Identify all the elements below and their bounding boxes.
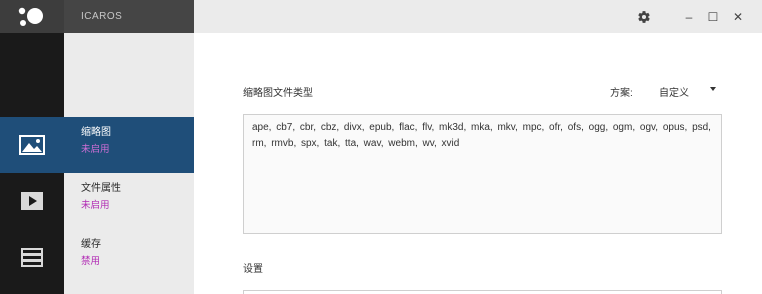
thumbnail-types-label: 缩略图文件类型	[243, 88, 313, 99]
sidebar-item-status: 禁用	[81, 256, 101, 267]
play-icon	[21, 192, 43, 210]
settings-label: 设置	[243, 264, 263, 275]
sidebar-item-label: 文件属性	[81, 183, 121, 194]
app-name: ICAROS	[64, 0, 194, 33]
rail-cache-button[interactable]	[0, 229, 64, 285]
stack-icon	[21, 248, 43, 267]
rail-thumbnail-button[interactable]	[0, 117, 64, 173]
image-icon	[19, 135, 45, 155]
scheme-label: 方案:	[610, 88, 633, 99]
sidebar-item-status: 未启用	[81, 200, 110, 211]
title-bar: – ☐ ✕	[194, 0, 762, 33]
settings-panel	[243, 290, 722, 294]
logo-area	[0, 0, 64, 33]
logo-icon	[18, 7, 43, 26]
rail-properties-button[interactable]	[0, 173, 64, 229]
nav-panel: ICAROS 缩略图 未启用 文件属性 未启用 缓存 禁用	[64, 0, 194, 294]
settings-button[interactable]	[632, 0, 656, 33]
icon-rail	[0, 0, 64, 294]
file-types-textarea[interactable]: ape, cb7, cbr, cbz, divx, epub, flac, fl…	[243, 114, 722, 234]
main-content: 缩略图文件类型 方案: 自定义 ape, cb7, cbr, cbz, divx…	[194, 33, 762, 294]
sidebar-item-thumbnail[interactable]: 缩略图 未启用	[64, 117, 194, 173]
sidebar-item-properties[interactable]: 文件属性 未启用	[64, 173, 194, 229]
close-button[interactable]: ✕	[726, 0, 750, 33]
minimize-button[interactable]: –	[678, 0, 700, 33]
sidebar-item-cache[interactable]: 缓存 禁用	[64, 229, 194, 285]
gear-icon	[638, 10, 650, 23]
sidebar-item-label: 缩略图	[81, 127, 111, 138]
scheme-dropdown[interactable]: 自定义	[659, 84, 689, 99]
maximize-button[interactable]: ☐	[702, 0, 724, 33]
chevron-down-icon[interactable]	[710, 87, 716, 91]
sidebar-item-label: 缓存	[81, 239, 101, 250]
sidebar-item-status: 未启用	[81, 144, 110, 155]
